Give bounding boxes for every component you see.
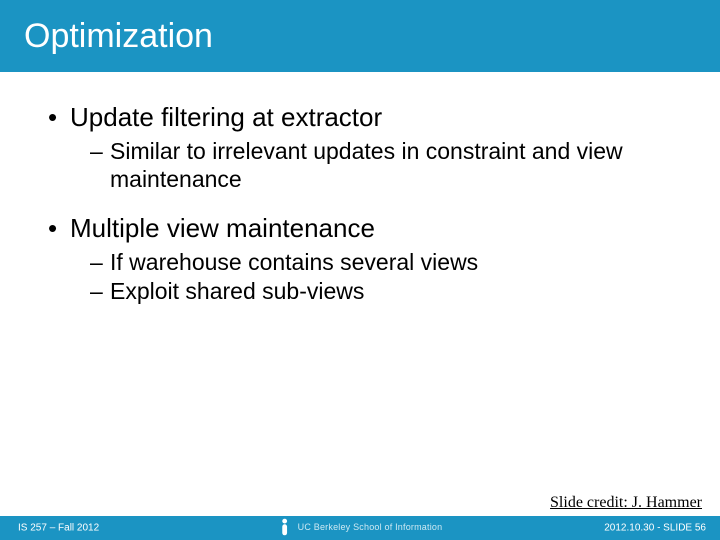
slide-content: Update filtering at extractor Similar to… [48, 96, 696, 305]
bullet-level1: Update filtering at extractor [48, 102, 696, 133]
bullet-text: Similar to irrelevant updates in constra… [110, 138, 623, 192]
title-band: Optimization [0, 0, 720, 72]
bullet-level1: Multiple view maintenance [48, 213, 696, 244]
bullet-text: If warehouse contains several views [110, 249, 478, 275]
bullet-level2: Similar to irrelevant updates in constra… [90, 137, 696, 193]
bullet-level2: If warehouse contains several views [90, 248, 696, 276]
footer-course: IS 257 – Fall 2012 [18, 523, 99, 534]
bullet-level2: Exploit shared sub-views [90, 277, 696, 305]
footer-logo-text: UC Berkeley School of Information [298, 522, 443, 532]
bullet-text: Exploit shared sub-views [110, 278, 364, 304]
spacer [48, 193, 696, 207]
footer-band: IS 257 – Fall 2012 UC Berkeley School of… [0, 516, 720, 540]
slide-title: Optimization [24, 17, 213, 56]
footer-logo: UC Berkeley School of Information [278, 518, 443, 536]
bullet-text: Update filtering at extractor [70, 102, 382, 132]
slide-credit: Slide credit: J. Hammer [550, 494, 702, 512]
footer-slide-number: 2012.10.30 - SLIDE 56 [604, 523, 706, 534]
ischool-logo-icon [278, 518, 292, 536]
bullet-text: Multiple view maintenance [70, 213, 375, 243]
